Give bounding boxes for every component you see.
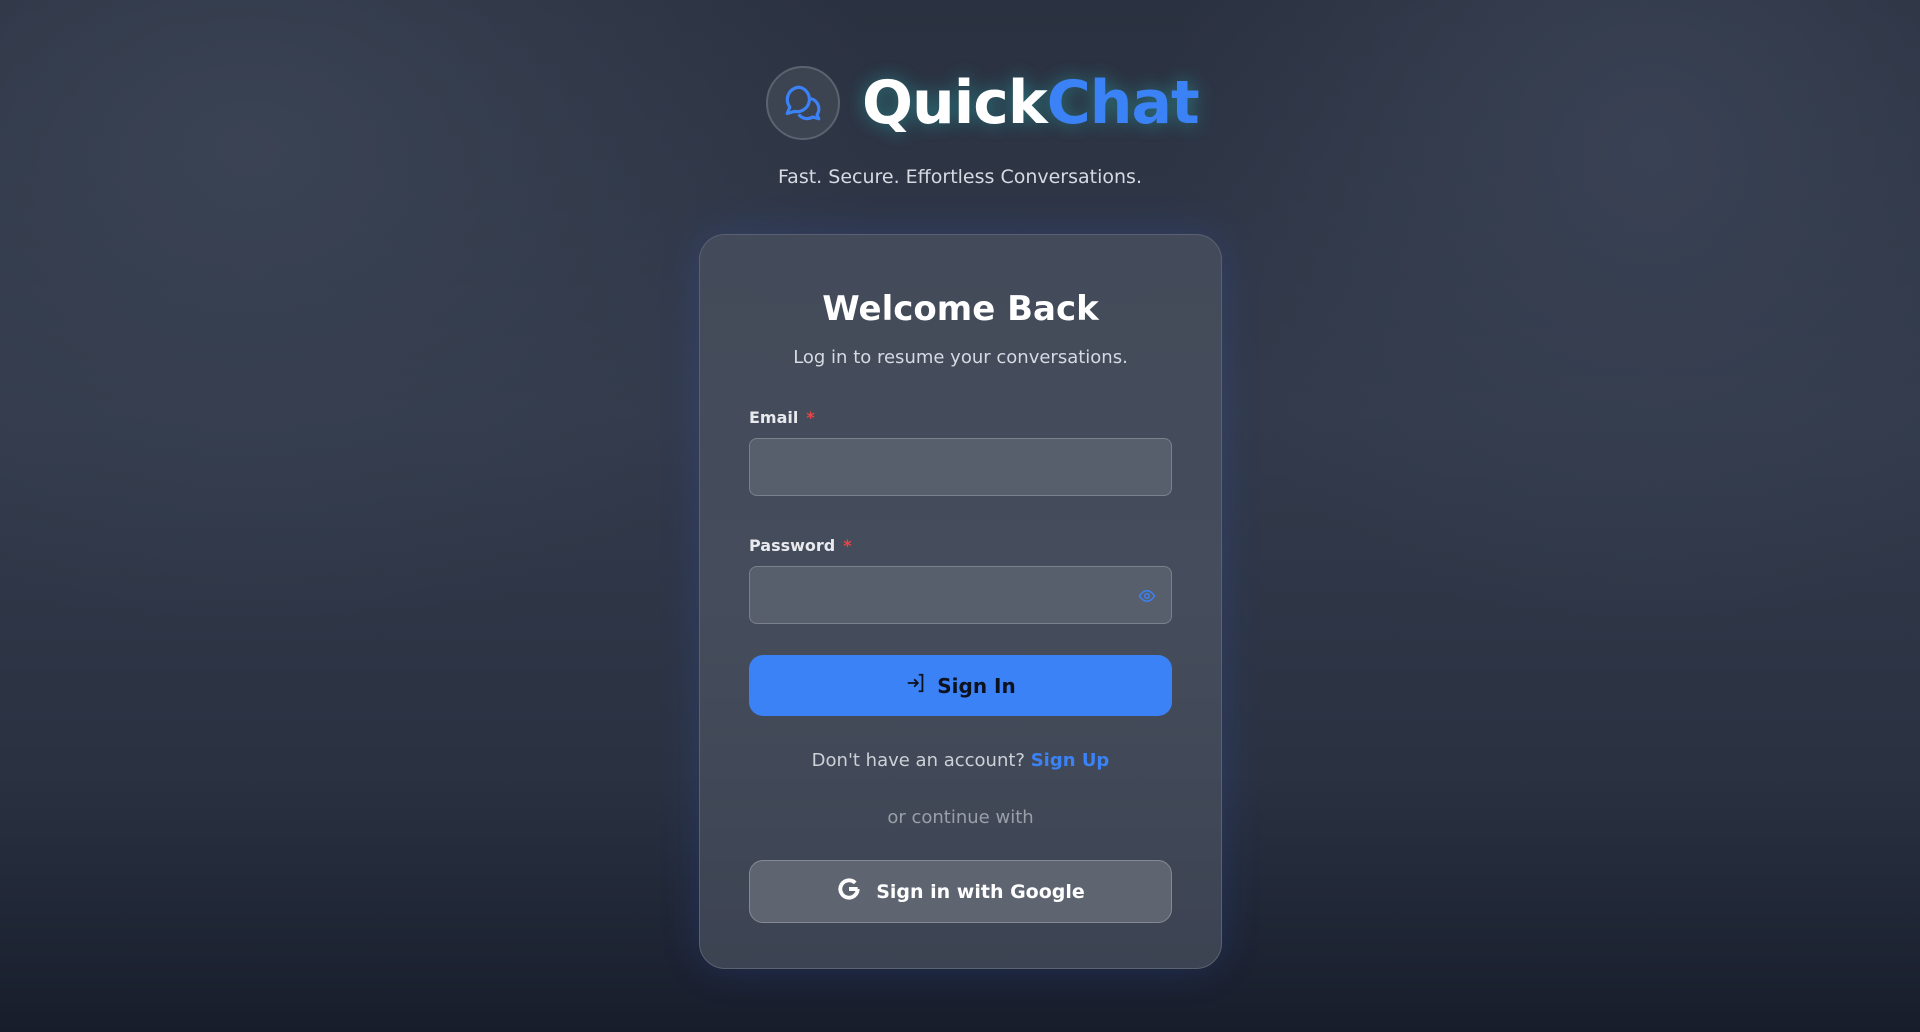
tagline: Fast. Secure. Effortless Conversations. [778,166,1142,188]
google-sign-in-label: Sign in with Google [876,880,1085,903]
password-label: Password * [749,536,852,555]
brand-name: QuickChat [862,68,1200,138]
login-card: Welcome Back Log in to resume your conve… [699,234,1222,969]
card-subtitle: Log in to resume your conversations. [793,347,1128,368]
show-password-eye-icon[interactable] [1137,587,1157,609]
email-field[interactable] [749,438,1172,496]
login-arrow-icon [905,672,927,699]
google-sign-in-button[interactable]: Sign in with Google [749,860,1172,923]
email-label: Email * [749,408,815,427]
divider-text: or continue with [887,807,1034,828]
google-icon [836,876,862,907]
logo-chat-icon [766,66,840,140]
sign-up-link[interactable]: Sign Up [1031,750,1110,771]
signup-prompt: Don't have an account? Sign Up [811,750,1110,771]
password-field[interactable] [749,566,1172,624]
card-title: Welcome Back [822,289,1099,329]
sign-in-button[interactable]: Sign In [749,655,1172,716]
sign-in-label: Sign In [937,673,1016,698]
